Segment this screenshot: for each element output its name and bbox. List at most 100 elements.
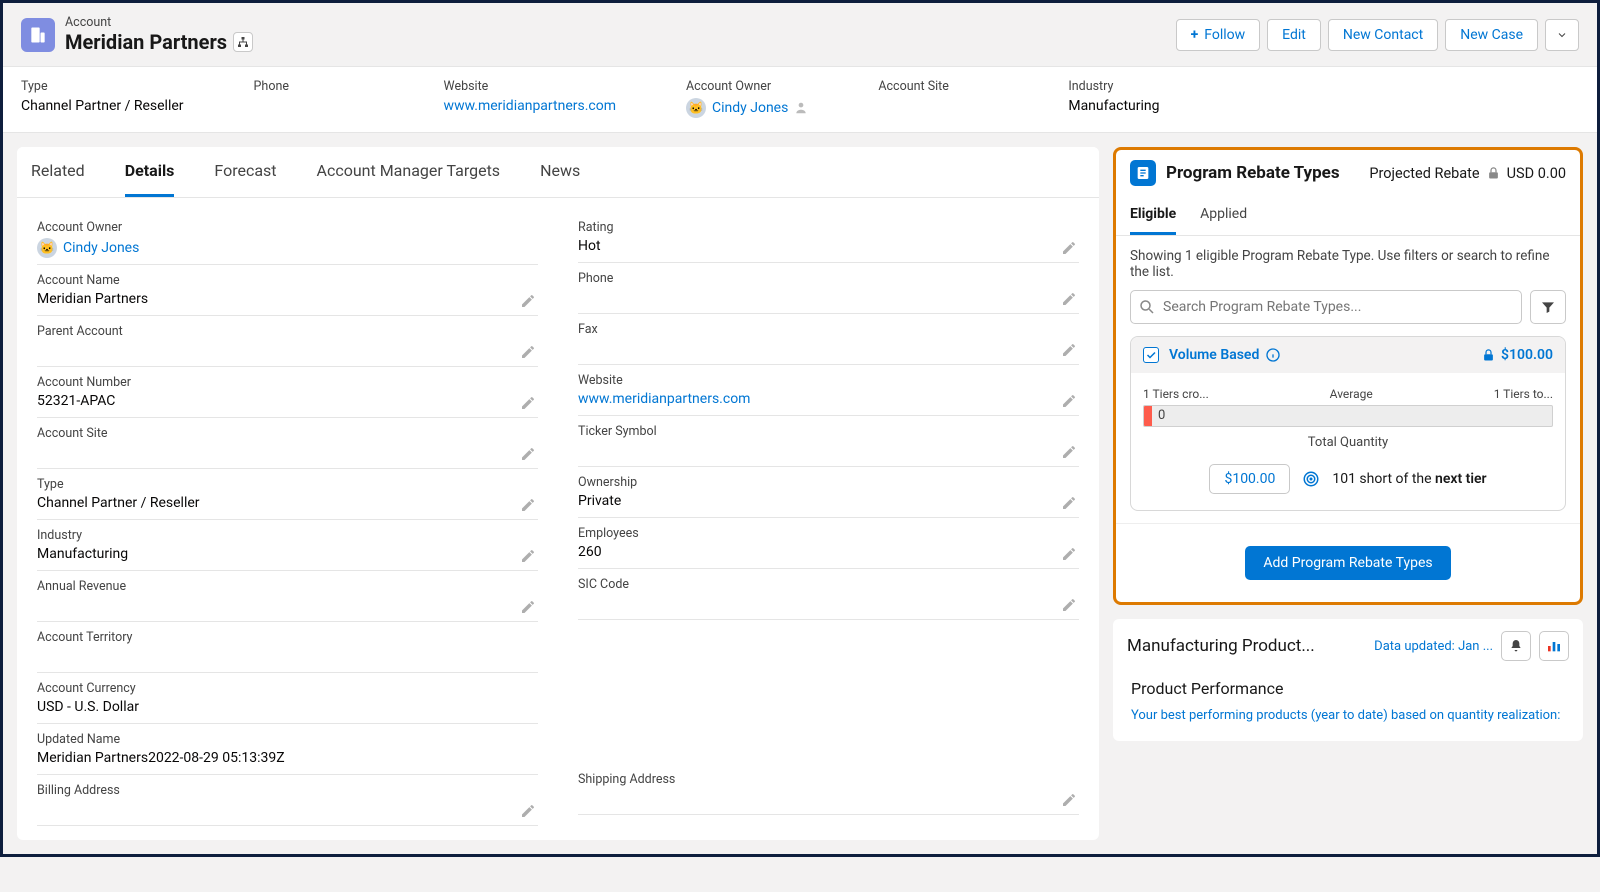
field-label: Billing Address: [37, 783, 510, 798]
change-owner-icon[interactable]: [794, 101, 808, 115]
field-value: [37, 648, 538, 666]
field-updated-name: Updated NameMeridian Partners2022-08-29 …: [37, 724, 538, 775]
field-value: www.meridianpartners.com: [578, 391, 1051, 409]
field-label: Account Site: [37, 426, 510, 441]
rebate-item: Volume Based $100.00 1 Tiers cro... Aver…: [1130, 336, 1566, 511]
info-icon[interactable]: [1265, 347, 1281, 363]
product-performance-title: Product Performance: [1131, 679, 1565, 698]
field-value: [37, 444, 510, 462]
field-value: Meridian Partners2022-08-29 05:13:39Z: [37, 750, 538, 768]
field-label: Account Owner: [37, 220, 538, 235]
field-industry: IndustryManufacturing: [37, 520, 538, 571]
field-phone: Phone: [578, 263, 1079, 314]
field-sic-code: SIC Code: [578, 569, 1079, 620]
edit-button[interactable]: Edit: [1267, 19, 1321, 51]
field-parent-account: Parent Account: [37, 316, 538, 367]
field-link[interactable]: www.meridianpartners.com: [578, 391, 750, 407]
filter-icon: [1540, 299, 1556, 315]
details-panel: Account Owner🐱Cindy Jones Account Name Mer…: [17, 198, 1099, 840]
tab-forecast[interactable]: Forecast: [214, 147, 276, 197]
field-label: Ownership: [578, 475, 1051, 490]
field-value: Private: [578, 493, 1051, 511]
pencil-icon[interactable]: [1061, 444, 1077, 460]
pencil-icon[interactable]: [1061, 792, 1077, 808]
rebate-item-name[interactable]: Volume Based: [1169, 347, 1259, 363]
field-ticker-symbol: Ticker Symbol: [578, 416, 1079, 467]
account-icon: [21, 18, 55, 52]
field-type: TypeChannel Partner / Reseller: [37, 469, 538, 520]
field-label: Type: [37, 477, 510, 492]
new-case-button[interactable]: New Case: [1445, 19, 1538, 51]
field-label: Employees: [578, 526, 1051, 541]
pencil-icon[interactable]: [1061, 342, 1077, 358]
tab-eligible[interactable]: Eligible: [1130, 196, 1176, 235]
tier-progress-bar: 0: [1143, 405, 1553, 427]
new-contact-button[interactable]: New Contact: [1328, 19, 1438, 51]
hl-website-link[interactable]: www.meridianpartners.com: [444, 98, 616, 114]
rebate-item-amount: $100.00: [1501, 347, 1553, 363]
pencil-icon[interactable]: [520, 293, 536, 309]
field-label: Fax: [578, 322, 1051, 337]
hl-type-label: Type: [21, 79, 184, 94]
bar-label-center: Average: [1330, 387, 1373, 401]
pencil-icon[interactable]: [1061, 546, 1077, 562]
rebate-item-checkbox[interactable]: [1143, 347, 1159, 363]
field-label: Account Name: [37, 273, 510, 288]
field-value: Hot: [578, 238, 1051, 256]
record-header: Account Meridian Partners +Follow Edit N…: [3, 3, 1597, 67]
tab-news[interactable]: News: [540, 147, 580, 197]
hierarchy-button[interactable]: [233, 32, 253, 52]
pencil-icon[interactable]: [1061, 393, 1077, 409]
pencil-icon[interactable]: [1061, 495, 1077, 511]
owner-link[interactable]: Cindy Jones: [63, 240, 139, 256]
field-label: Account Territory: [37, 630, 538, 645]
pencil-icon[interactable]: [1061, 291, 1077, 307]
hl-site-label: Account Site: [878, 79, 998, 94]
hl-owner-link[interactable]: Cindy Jones: [712, 100, 788, 116]
field-label: Rating: [578, 220, 1051, 235]
hl-industry-value: Manufacturing: [1068, 98, 1188, 114]
bell-icon: [1508, 638, 1524, 654]
field-account-owner: Account Owner🐱Cindy Jones: [37, 212, 538, 265]
program-rebate-types-card: Program Rebate Types Projected Rebate US…: [1113, 147, 1583, 605]
pencil-icon[interactable]: [520, 548, 536, 564]
page-title: Meridian Partners: [65, 30, 227, 54]
tab-details[interactable]: Details: [125, 147, 175, 197]
field-rating: Rating Hot: [578, 212, 1079, 263]
next-tier-text: 101 short of the next tier: [1332, 471, 1486, 487]
field-annual-revenue: Annual Revenue: [37, 571, 538, 622]
tab-account-manager-targets[interactable]: Account Manager Targets: [317, 147, 501, 197]
field-value: 260: [578, 544, 1051, 562]
pencil-icon[interactable]: [1061, 597, 1077, 613]
record-tabs: Related Details Forecast Account Manager Ta…: [17, 147, 1099, 198]
lock-icon: [1481, 348, 1496, 363]
hl-industry-label: Industry: [1068, 79, 1188, 94]
pencil-icon[interactable]: [520, 395, 536, 411]
owner-avatar-icon: 🐱: [686, 98, 706, 118]
pencil-icon[interactable]: [1061, 240, 1077, 256]
rebate-showing-text: Showing 1 eligible Program Rebate Type. …: [1130, 248, 1566, 280]
field-value: [578, 442, 1051, 460]
pencil-icon[interactable]: [520, 497, 536, 513]
pencil-icon[interactable]: [520, 446, 536, 462]
pencil-icon[interactable]: [520, 599, 536, 615]
pencil-icon[interactable]: [520, 344, 536, 360]
tier-chip[interactable]: $100.00: [1209, 464, 1290, 494]
add-program-rebate-types-button[interactable]: Add Program Rebate Types: [1245, 546, 1450, 580]
product-performance-text: Your best performing products (year to d…: [1131, 708, 1565, 723]
pencil-icon[interactable]: [520, 803, 536, 819]
header-actions: +Follow Edit New Contact New Case: [1176, 19, 1579, 51]
filter-button[interactable]: [1530, 290, 1566, 324]
rebate-search-input[interactable]: [1130, 290, 1522, 324]
tab-applied[interactable]: Applied: [1200, 196, 1247, 235]
target-icon: [1302, 470, 1320, 488]
more-actions-button[interactable]: [1545, 19, 1579, 51]
field-account-number: Account Number52321-APAC: [37, 367, 538, 418]
record-tabs-card: Related Details Forecast Account Manager Ta…: [17, 147, 1099, 840]
field-account-territory: Account Territory: [37, 622, 538, 673]
follow-button[interactable]: +Follow: [1176, 19, 1261, 51]
notifications-button[interactable]: [1501, 631, 1531, 661]
chart-button[interactable]: [1539, 631, 1569, 661]
projected-rebate-label: Projected Rebate: [1369, 165, 1479, 182]
tab-related[interactable]: Related: [31, 147, 85, 197]
